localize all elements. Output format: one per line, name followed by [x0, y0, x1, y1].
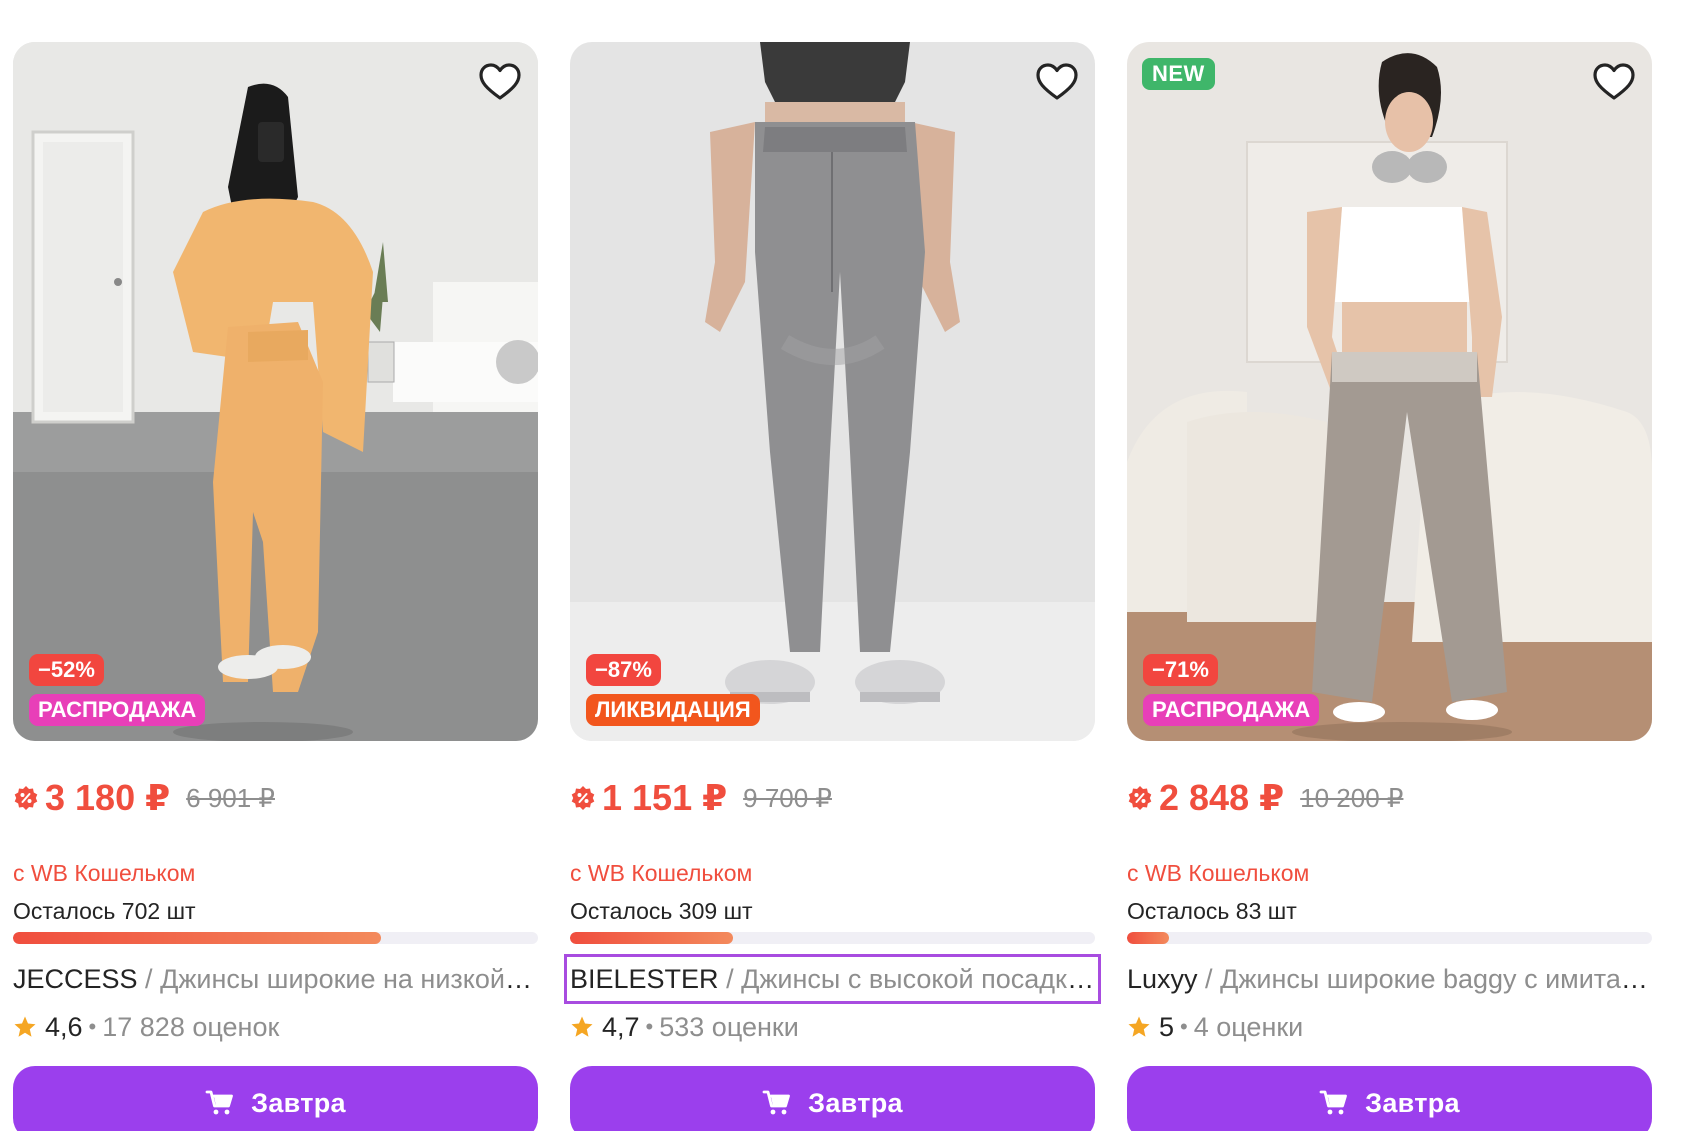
heart-outline-icon	[479, 63, 521, 100]
wallet-discount-icon	[14, 786, 38, 810]
wallet-discount-icon	[571, 786, 595, 810]
reviews-count: 17 828 оценок	[102, 1012, 280, 1042]
promo-badge: РАСПРОДАЖА	[1143, 694, 1320, 726]
rating-value: 4,7	[602, 1012, 640, 1042]
favorite-button[interactable]	[1590, 58, 1638, 106]
product-title-link[interactable]: JECCESS / Джинсы широкие на низкой посад…	[13, 960, 538, 998]
price-row: 2 848 ₽ 10 200 ₽	[1127, 774, 1403, 822]
rating-row: 4,7 • 533 оценки	[570, 1008, 799, 1046]
product-title-link[interactable]: BIELESTER / Джинсы с высокой посадкой	[564, 954, 1101, 1004]
button-label: Завтра	[251, 1087, 346, 1118]
title-separator: /	[1197, 964, 1221, 994]
promo-badge: РАСПРОДАЖА	[29, 694, 206, 726]
rating-value: 5	[1159, 1012, 1175, 1042]
old-price: 9 700 ₽	[743, 783, 832, 813]
stock-remaining: Осталось 83 шт	[1127, 898, 1297, 924]
product-image[interactable]: −87% ЛИКВИДАЦИЯ	[570, 42, 1095, 741]
promo-badge: ЛИКВИДАЦИЯ	[586, 694, 760, 726]
rating-dot-separator: •	[88, 1014, 97, 1039]
current-price: 2 848 ₽	[1159, 777, 1285, 818]
product-photo-woman-baggy-jeans	[1127, 42, 1652, 741]
wallet-note: с WB Кошельком	[570, 860, 753, 886]
brand-name: BIELESTER	[570, 964, 719, 994]
stock-progress-fill	[13, 932, 381, 944]
discount-badge: −87%	[586, 654, 661, 686]
rating-dot-separator: •	[1180, 1014, 1188, 1039]
add-to-cart-button[interactable]: Завтра	[570, 1066, 1095, 1131]
product-name: Джинсы с высокой посадкой	[741, 964, 1095, 994]
product-card[interactable]: NEW −71% РАСПРОДАЖА 2 848 ₽ 10 200 ₽ с W…	[1127, 42, 1652, 1131]
heart-outline-icon	[1036, 63, 1078, 100]
stock-remaining: Осталось 702 шт	[13, 898, 196, 924]
cart-icon	[1319, 1090, 1348, 1115]
discount-badge: −52%	[29, 654, 104, 686]
product-image[interactable]: −52% РАСПРОДАЖА	[13, 42, 538, 741]
star-icon	[1128, 1016, 1150, 1037]
button-label: Завтра	[808, 1087, 903, 1118]
product-image[interactable]: NEW −71% РАСПРОДАЖА	[1127, 42, 1652, 741]
add-to-cart-button[interactable]: Завтра	[1127, 1066, 1652, 1131]
current-price: 3 180 ₽	[45, 777, 171, 818]
stock-progress-bar	[13, 932, 538, 944]
add-to-cart-button[interactable]: Завтра	[13, 1066, 538, 1131]
stock-progress-bar	[1127, 932, 1652, 944]
button-label: Завтра	[1365, 1087, 1460, 1118]
product-grid: −52% РАСПРОДАЖА 3 180 ₽ 6 901 ₽ с WB Кош…	[13, 42, 1663, 1131]
rating-row: 5 • 4 оценки	[1127, 1008, 1303, 1046]
rating-row: 4,6 • 17 828 оценок	[13, 1008, 279, 1046]
favorite-button[interactable]	[1033, 58, 1081, 106]
price-row: 3 180 ₽ 6 901 ₽	[13, 774, 275, 822]
product-name: Джинсы широкие на низкой посадке	[160, 964, 538, 994]
heart-outline-icon	[1593, 63, 1635, 100]
price-row: 1 151 ₽ 9 700 ₽	[570, 774, 832, 822]
wallet-note: с WB Кошельком	[13, 860, 196, 886]
star-icon	[571, 1016, 593, 1037]
product-card[interactable]: −87% ЛИКВИДАЦИЯ 1 151 ₽ 9 700 ₽ с WB Кош…	[564, 42, 1101, 1131]
favorite-button[interactable]	[476, 58, 524, 106]
wallet-discount-icon	[1128, 786, 1152, 810]
rating-value: 4,6	[45, 1012, 83, 1042]
stock-progress-fill	[1127, 932, 1169, 944]
wallet-note: с WB Кошельком	[1127, 860, 1310, 886]
old-price: 10 200 ₽	[1300, 783, 1404, 813]
cart-icon	[205, 1090, 234, 1115]
title-separator: /	[718, 964, 742, 994]
product-name: Джинсы широкие baggy с имитацией	[1220, 964, 1652, 994]
stock-progress-fill	[570, 932, 733, 944]
product-title-link[interactable]: Luxyy / Джинсы широкие baggy с имитацией	[1127, 960, 1652, 998]
product-photo-grey-skinny-jeans	[570, 42, 1095, 741]
stock-remaining: Осталось 309 шт	[570, 898, 753, 924]
product-photo-woman-beige-denim	[13, 42, 538, 741]
reviews-count: 4 оценки	[1193, 1012, 1304, 1042]
current-price: 1 151 ₽	[602, 777, 728, 818]
cart-icon	[762, 1090, 791, 1115]
old-price: 6 901 ₽	[186, 783, 275, 813]
stock-progress-bar	[570, 932, 1095, 944]
new-badge: NEW	[1142, 58, 1215, 90]
star-icon	[14, 1016, 36, 1037]
discount-badge: −71%	[1143, 654, 1218, 686]
title-separator: /	[137, 964, 161, 994]
rating-dot-separator: •	[645, 1014, 654, 1039]
reviews-count: 533 оценки	[659, 1012, 799, 1042]
brand-name: JECCESS	[13, 964, 138, 994]
brand-name: Luxyy	[1127, 964, 1198, 994]
product-card[interactable]: −52% РАСПРОДАЖА 3 180 ₽ 6 901 ₽ с WB Кош…	[13, 42, 538, 1131]
